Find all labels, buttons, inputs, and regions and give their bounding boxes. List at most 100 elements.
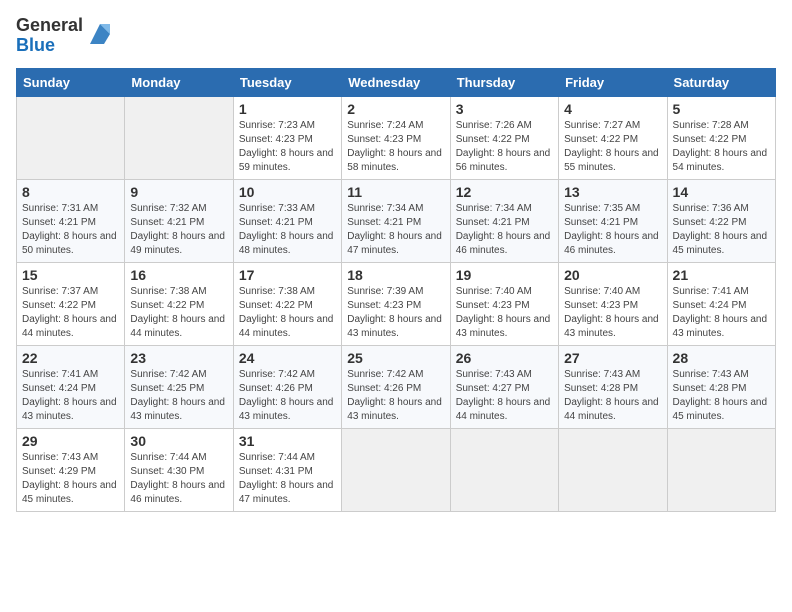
calendar-cell [17, 96, 125, 179]
cell-info: Sunrise: 7:26 AMSunset: 4:22 PMDaylight:… [456, 120, 551, 173]
cell-info: Sunrise: 7:36 AMSunset: 4:22 PMDaylight:… [673, 203, 768, 256]
calendar-cell: 28 Sunrise: 7:43 AMSunset: 4:28 PMDayligh… [667, 345, 775, 428]
calendar-week-2: 8 Sunrise: 7:31 AMSunset: 4:21 PMDaylight… [17, 179, 776, 262]
calendar-cell [450, 428, 558, 511]
day-number: 31 [239, 433, 336, 449]
calendar-cell: 25 Sunrise: 7:42 AMSunset: 4:26 PMDayligh… [342, 345, 450, 428]
calendar-cell: 10 Sunrise: 7:33 AMSunset: 4:21 PMDayligh… [233, 179, 341, 262]
cell-info: Sunrise: 7:40 AMSunset: 4:23 PMDaylight:… [564, 286, 659, 339]
calendar-cell [667, 428, 775, 511]
calendar-cell [559, 428, 667, 511]
day-number: 17 [239, 267, 336, 283]
day-number: 20 [564, 267, 661, 283]
day-number: 26 [456, 350, 553, 366]
weekday-header-tuesday: Tuesday [233, 68, 341, 96]
day-number: 11 [347, 184, 444, 200]
cell-info: Sunrise: 7:33 AMSunset: 4:21 PMDaylight:… [239, 203, 334, 256]
calendar-cell: 15Sunrise: 7:37 AMSunset: 4:22 PMDayligh… [17, 262, 125, 345]
cell-info: Sunrise: 7:31 AMSunset: 4:21 PMDaylight:… [22, 203, 117, 256]
day-number: 16 [130, 267, 227, 283]
calendar-week-3: 15Sunrise: 7:37 AMSunset: 4:22 PMDayligh… [17, 262, 776, 345]
weekday-header-monday: Monday [125, 68, 233, 96]
calendar-cell: 31 Sunrise: 7:44 AMSunset: 4:31 PMDayligh… [233, 428, 341, 511]
calendar-cell: 14Sunrise: 7:36 AMSunset: 4:22 PMDayligh… [667, 179, 775, 262]
cell-info: Sunrise: 7:44 AMSunset: 4:31 PMDaylight:… [239, 452, 334, 505]
cell-info: Sunrise: 7:35 AMSunset: 4:21 PMDaylight:… [564, 203, 659, 256]
day-number: 15 [22, 267, 119, 283]
day-number: 5 [673, 101, 770, 117]
calendar-cell: 22 Sunrise: 7:41 AMSunset: 4:24 PMDayligh… [17, 345, 125, 428]
cell-info: Sunrise: 7:32 AMSunset: 4:21 PMDaylight:… [130, 203, 225, 256]
calendar-cell: 20 Sunrise: 7:40 AMSunset: 4:23 PMDayligh… [559, 262, 667, 345]
calendar-cell: 17 Sunrise: 7:38 AMSunset: 4:22 PMDayligh… [233, 262, 341, 345]
day-number: 28 [673, 350, 770, 366]
weekday-header-saturday: Saturday [667, 68, 775, 96]
cell-info: Sunrise: 7:24 AMSunset: 4:23 PMDaylight:… [347, 120, 442, 173]
day-number: 21 [673, 267, 770, 283]
day-number: 2 [347, 101, 444, 117]
day-number: 23 [130, 350, 227, 366]
day-number: 3 [456, 101, 553, 117]
cell-info: Sunrise: 7:40 AMSunset: 4:23 PMDaylight:… [456, 286, 551, 339]
day-number: 10 [239, 184, 336, 200]
cell-info: Sunrise: 7:38 AMSunset: 4:22 PMDaylight:… [239, 286, 334, 339]
cell-info: Sunrise: 7:28 AMSunset: 4:22 PMDaylight:… [673, 120, 768, 173]
cell-info: Sunrise: 7:43 AMSunset: 4:28 PMDaylight:… [564, 369, 659, 422]
calendar-cell: 19Sunrise: 7:40 AMSunset: 4:23 PMDayligh… [450, 262, 558, 345]
weekday-header-wednesday: Wednesday [342, 68, 450, 96]
calendar-cell: 8 Sunrise: 7:31 AMSunset: 4:21 PMDaylight… [17, 179, 125, 262]
logo-general: General [16, 15, 83, 35]
day-number: 9 [130, 184, 227, 200]
weekday-header-sunday: Sunday [17, 68, 125, 96]
calendar-cell: 16Sunrise: 7:38 AMSunset: 4:22 PMDayligh… [125, 262, 233, 345]
calendar-cell [125, 96, 233, 179]
cell-info: Sunrise: 7:27 AMSunset: 4:22 PMDaylight:… [564, 120, 659, 173]
cell-info: Sunrise: 7:42 AMSunset: 4:25 PMDaylight:… [130, 369, 225, 422]
page-header: General Blue [16, 16, 776, 56]
calendar-cell: 13 Sunrise: 7:35 AMSunset: 4:21 PMDayligh… [559, 179, 667, 262]
calendar-cell: 21 Sunrise: 7:41 AMSunset: 4:24 PMDayligh… [667, 262, 775, 345]
day-number: 1 [239, 101, 336, 117]
calendar-cell [342, 428, 450, 511]
cell-info: Sunrise: 7:43 AMSunset: 4:27 PMDaylight:… [456, 369, 551, 422]
cell-info: Sunrise: 7:34 AMSunset: 4:21 PMDaylight:… [347, 203, 442, 256]
cell-info: Sunrise: 7:44 AMSunset: 4:30 PMDaylight:… [130, 452, 225, 505]
calendar-cell: 27 Sunrise: 7:43 AMSunset: 4:28 PMDayligh… [559, 345, 667, 428]
calendar-week-1: 1 Sunrise: 7:23 AMSunset: 4:23 PMDaylight… [17, 96, 776, 179]
cell-info: Sunrise: 7:34 AMSunset: 4:21 PMDaylight:… [456, 203, 551, 256]
calendar-cell: 23 Sunrise: 7:42 AMSunset: 4:25 PMDayligh… [125, 345, 233, 428]
logo-blue: Blue [16, 35, 55, 55]
cell-info: Sunrise: 7:41 AMSunset: 4:24 PMDaylight:… [22, 369, 117, 422]
calendar-cell: 2 Sunrise: 7:24 AMSunset: 4:23 PMDaylight… [342, 96, 450, 179]
day-number: 22 [22, 350, 119, 366]
calendar-cell: 29 Sunrise: 7:43 AMSunset: 4:29 PMDayligh… [17, 428, 125, 511]
calendar-cell: 26 Sunrise: 7:43 AMSunset: 4:27 PMDayligh… [450, 345, 558, 428]
cell-info: Sunrise: 7:43 AMSunset: 4:29 PMDaylight:… [22, 452, 117, 505]
day-number: 8 [22, 184, 119, 200]
day-number: 12 [456, 184, 553, 200]
day-number: 24 [239, 350, 336, 366]
day-number: 13 [564, 184, 661, 200]
day-number: 30 [130, 433, 227, 449]
calendar-cell: 12 Sunrise: 7:34 AMSunset: 4:21 PMDayligh… [450, 179, 558, 262]
cell-info: Sunrise: 7:42 AMSunset: 4:26 PMDaylight:… [239, 369, 334, 422]
day-number: 27 [564, 350, 661, 366]
calendar-cell: 24 Sunrise: 7:42 AMSunset: 4:26 PMDayligh… [233, 345, 341, 428]
calendar-cell: 5 Sunrise: 7:28 AMSunset: 4:22 PMDaylight… [667, 96, 775, 179]
calendar-table: SundayMondayTuesdayWednesdayThursdayFrid… [16, 68, 776, 512]
cell-info: Sunrise: 7:23 AMSunset: 4:23 PMDaylight:… [239, 120, 334, 173]
cell-info: Sunrise: 7:43 AMSunset: 4:28 PMDaylight:… [673, 369, 768, 422]
calendar-cell: 9 Sunrise: 7:32 AMSunset: 4:21 PMDaylight… [125, 179, 233, 262]
calendar-week-5: 29 Sunrise: 7:43 AMSunset: 4:29 PMDayligh… [17, 428, 776, 511]
cell-info: Sunrise: 7:41 AMSunset: 4:24 PMDaylight:… [673, 286, 768, 339]
calendar-cell: 30 Sunrise: 7:44 AMSunset: 4:30 PMDayligh… [125, 428, 233, 511]
cell-info: Sunrise: 7:39 AMSunset: 4:23 PMDaylight:… [347, 286, 442, 339]
calendar-cell: 18Sunrise: 7:39 AMSunset: 4:23 PMDayligh… [342, 262, 450, 345]
weekday-header-thursday: Thursday [450, 68, 558, 96]
weekday-header-row: SundayMondayTuesdayWednesdayThursdayFrid… [17, 68, 776, 96]
day-number: 25 [347, 350, 444, 366]
calendar-cell: 4Sunrise: 7:27 AMSunset: 4:22 PMDaylight… [559, 96, 667, 179]
cell-info: Sunrise: 7:42 AMSunset: 4:26 PMDaylight:… [347, 369, 442, 422]
day-number: 29 [22, 433, 119, 449]
calendar-week-4: 22 Sunrise: 7:41 AMSunset: 4:24 PMDayligh… [17, 345, 776, 428]
